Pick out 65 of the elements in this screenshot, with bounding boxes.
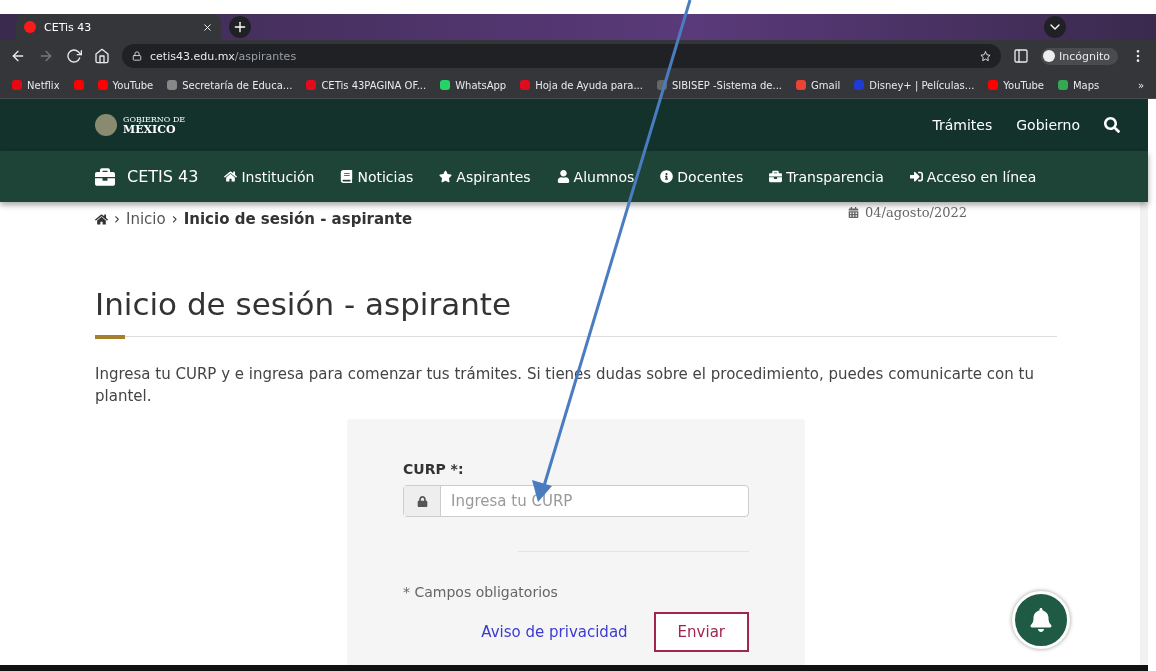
notification-button[interactable] xyxy=(1012,591,1070,649)
back-icon[interactable] xyxy=(10,48,26,64)
government-logo[interactable]: GOBIERNO DE MÉXICO xyxy=(95,114,186,136)
info-icon xyxy=(660,170,674,183)
home-icon xyxy=(224,170,238,183)
school-logo-icon xyxy=(95,166,115,187)
bookmark[interactable]: SIBISEP -Sistema de... xyxy=(656,79,783,91)
lock-icon xyxy=(416,495,428,507)
reload-icon[interactable] xyxy=(66,48,82,64)
bookmark[interactable]: Maps xyxy=(1058,79,1100,91)
nav-item[interactable]: Aspirantes xyxy=(439,168,531,185)
field-label: CURP *: xyxy=(403,461,465,477)
more-bookmarks[interactable]: » xyxy=(1137,79,1144,91)
address-bar[interactable]: cetis43.edu.mx/aspirantes xyxy=(122,44,1001,68)
bookmark[interactable]: CETis 43PAGINA OF... xyxy=(306,79,427,91)
privacy-link[interactable]: Aviso de privacidad xyxy=(481,623,628,641)
login-icon xyxy=(909,170,923,183)
header-link[interactable]: Trámites xyxy=(932,117,993,133)
bookmark[interactable]: Netflix xyxy=(12,79,60,91)
new-tab-button[interactable] xyxy=(229,16,251,38)
breadcrumb-separator: › xyxy=(114,210,120,228)
bookmark[interactable]: Hoja de Ayuda para... xyxy=(520,79,643,91)
required-note: * Campos obligatorios xyxy=(403,584,559,600)
page-title: Inicio de sesión - aspirante xyxy=(95,286,513,322)
nav-item[interactable]: Noticias xyxy=(340,168,414,185)
bookmark[interactable]: Gmail xyxy=(796,79,841,91)
nav-item[interactable]: Alumnos xyxy=(556,168,635,185)
breadcrumb-link[interactable]: Inicio xyxy=(126,210,166,228)
bookmark[interactable]: YouTube xyxy=(97,79,154,91)
site-brand[interactable]: CETIS 43 xyxy=(127,167,199,186)
curp-field[interactable]: Ingresa tu CURP xyxy=(403,485,749,517)
home-icon[interactable] xyxy=(95,212,108,226)
calendar-icon xyxy=(848,206,859,218)
tab-title: CETis 43 xyxy=(44,20,92,34)
incognito-profile[interactable]: Incógnito xyxy=(1040,47,1118,65)
nav-item[interactable]: Institución xyxy=(224,168,315,185)
scrollbar[interactable] xyxy=(1140,199,1148,665)
header-link[interactable]: Gobierno xyxy=(1016,117,1080,133)
bookmark[interactable]: Secretaría de Educa... xyxy=(167,79,293,91)
favicon-icon xyxy=(24,21,36,33)
bookmark[interactable] xyxy=(73,80,84,90)
breadcrumb-current: Inicio de sesión - aspirante xyxy=(183,210,413,228)
user-icon xyxy=(556,170,570,183)
star-icon xyxy=(439,170,453,183)
book-icon xyxy=(340,170,354,183)
bookmark[interactable]: Disney+ | Películas... xyxy=(854,79,975,91)
curp-input-field[interactable]: Ingresa tu CURP xyxy=(441,486,748,516)
breadcrumb-separator: › xyxy=(171,210,178,228)
briefcase-icon xyxy=(769,170,783,183)
close-icon[interactable] xyxy=(202,21,213,33)
bell-icon xyxy=(1029,608,1053,632)
nav-item[interactable]: Transparencia xyxy=(769,168,884,185)
search-icon[interactable] xyxy=(1104,117,1120,133)
sidebar-icon[interactable] xyxy=(1012,48,1029,64)
bookmark[interactable]: WhatsApp xyxy=(440,79,507,91)
bookmark[interactable]: YouTube xyxy=(988,79,1044,91)
nav-item[interactable]: Acceso en línea xyxy=(909,168,1037,185)
forward-icon[interactable] xyxy=(38,48,54,64)
plus-icon xyxy=(232,19,248,35)
browser-tab[interactable]: CETis 43 xyxy=(16,14,221,40)
nav-item[interactable]: Docentes xyxy=(660,168,744,185)
home-icon[interactable] xyxy=(94,48,110,64)
submit-button[interactable]: Enviar xyxy=(653,612,749,652)
date: 04/agosto/2022 xyxy=(865,204,967,220)
tab-search-button[interactable] xyxy=(1044,16,1066,38)
